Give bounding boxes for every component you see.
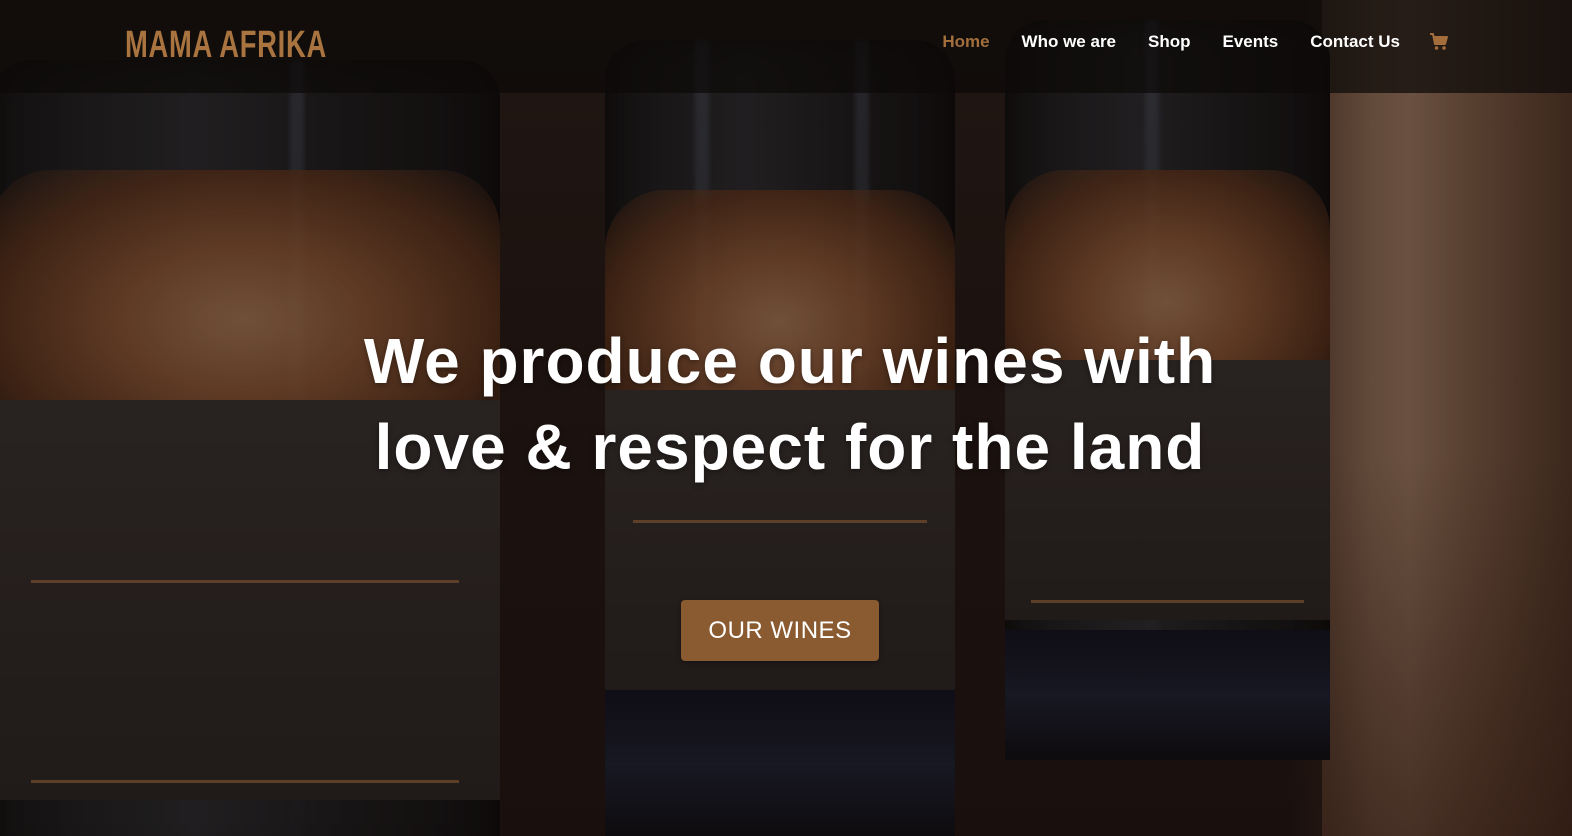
page: MAMA AFRIKA Home Who we are Shop Events … <box>0 0 1572 836</box>
logo[interactable]: MAMA AFRIKA <box>125 24 327 66</box>
hero-title: We produce our wines with love & respect… <box>363 325 1217 483</box>
nav-item-contact-us[interactable]: Contact Us <box>1310 31 1400 53</box>
shopping-cart-icon[interactable] <box>1428 31 1450 53</box>
main-nav: Home Who we are Shop Events Contact Us <box>910 31 1450 53</box>
nav-item-shop[interactable]: Shop <box>1148 31 1191 53</box>
nav-item-home[interactable]: Home <box>942 31 989 53</box>
our-wines-button[interactable]: OUR WINES <box>681 600 879 661</box>
nav-item-events[interactable]: Events <box>1223 31 1279 53</box>
nav-item-who-we-are[interactable]: Who we are <box>1022 31 1116 53</box>
cart-icon-svg <box>1430 33 1448 50</box>
site-header: MAMA AFRIKA Home Who we are Shop Events … <box>0 0 1572 93</box>
